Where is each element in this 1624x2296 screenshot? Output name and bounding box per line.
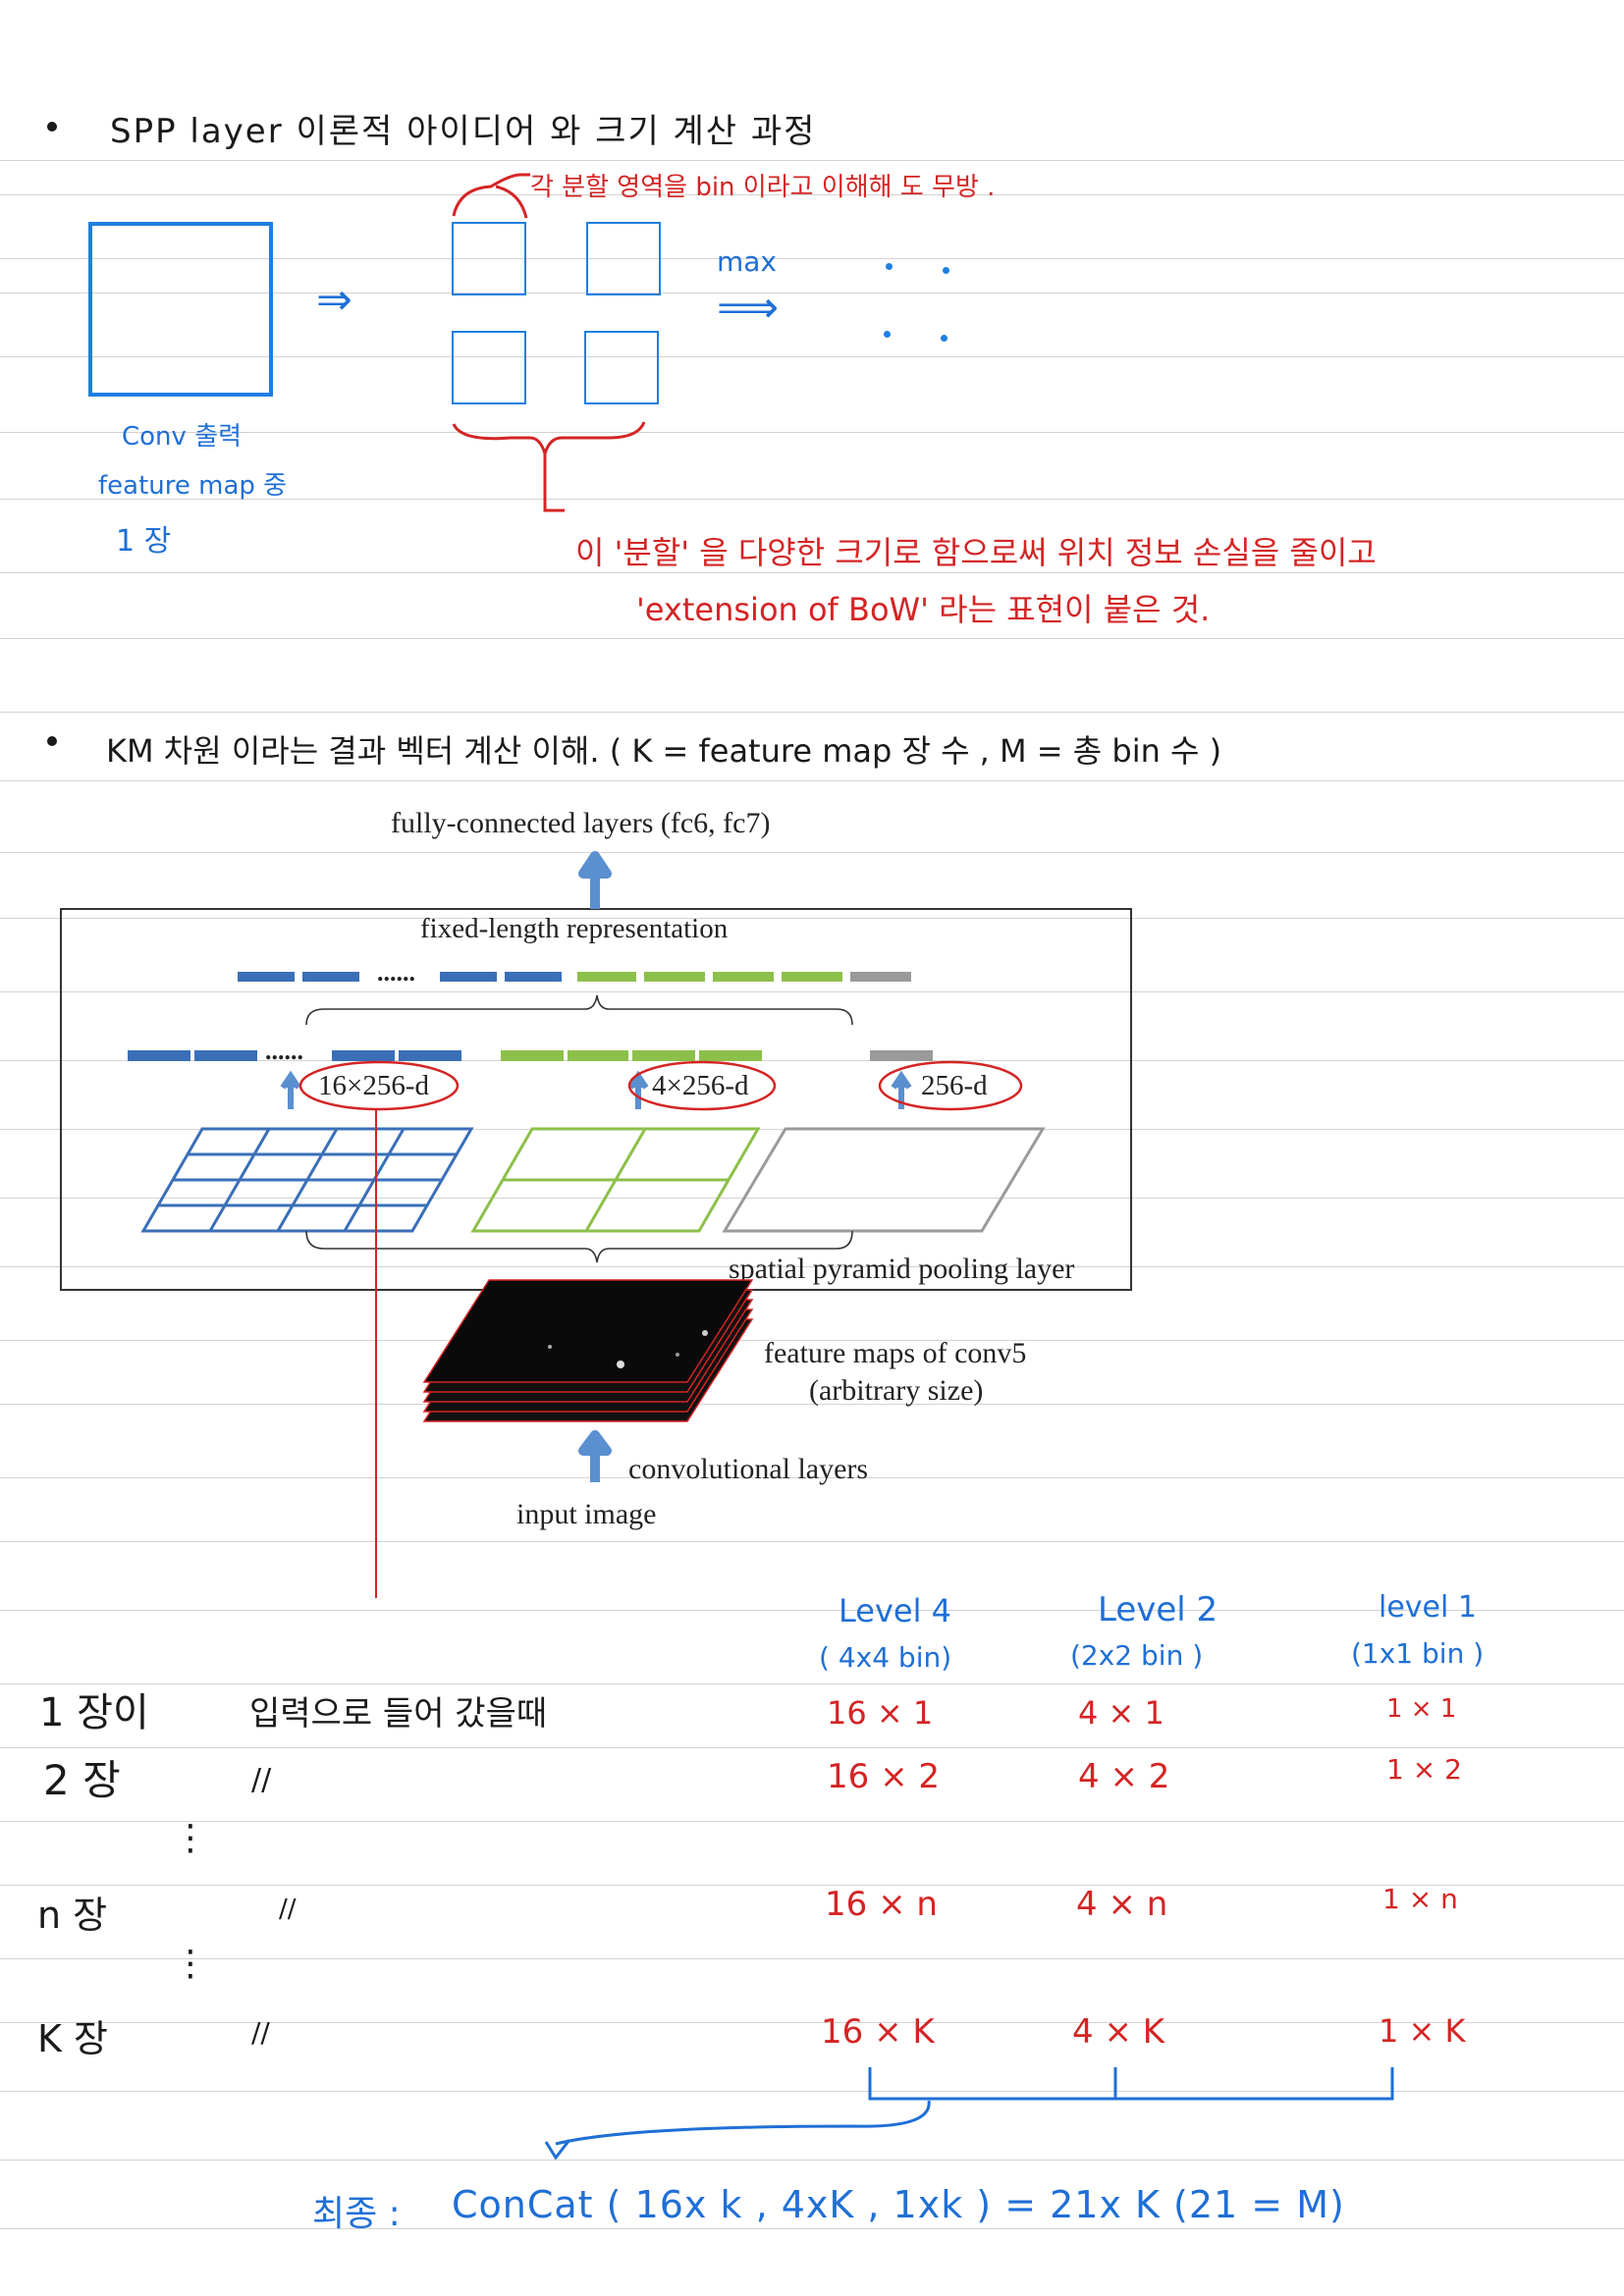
spp-brace bbox=[305, 1230, 853, 1263]
fixed-bars-top bbox=[238, 972, 911, 982]
grid-1x1 bbox=[722, 1127, 1046, 1233]
drawing-layer bbox=[60, 173, 1394, 2161]
small-arrow-16 bbox=[280, 1070, 301, 1109]
red-circle-4 bbox=[627, 1060, 777, 1111]
feature-map-stack bbox=[422, 1279, 754, 1422]
fixed-bars-mid bbox=[128, 1050, 933, 1061]
spp-frame bbox=[60, 908, 1132, 1291]
grid-4x4 bbox=[140, 1127, 474, 1233]
red-circle-16 bbox=[298, 1060, 460, 1111]
curved-arrow bbox=[555, 2100, 931, 2146]
fc-up-arrow bbox=[578, 851, 612, 909]
red-bottom-brace bbox=[452, 421, 646, 459]
red-brace-leader bbox=[543, 454, 565, 512]
blue-comb-bracket bbox=[868, 2067, 1394, 2101]
red-top-brace bbox=[452, 173, 530, 219]
grid-2x2 bbox=[470, 1127, 761, 1233]
fixed-brace bbox=[305, 994, 853, 1026]
conv-up-arrow bbox=[578, 1430, 612, 1482]
